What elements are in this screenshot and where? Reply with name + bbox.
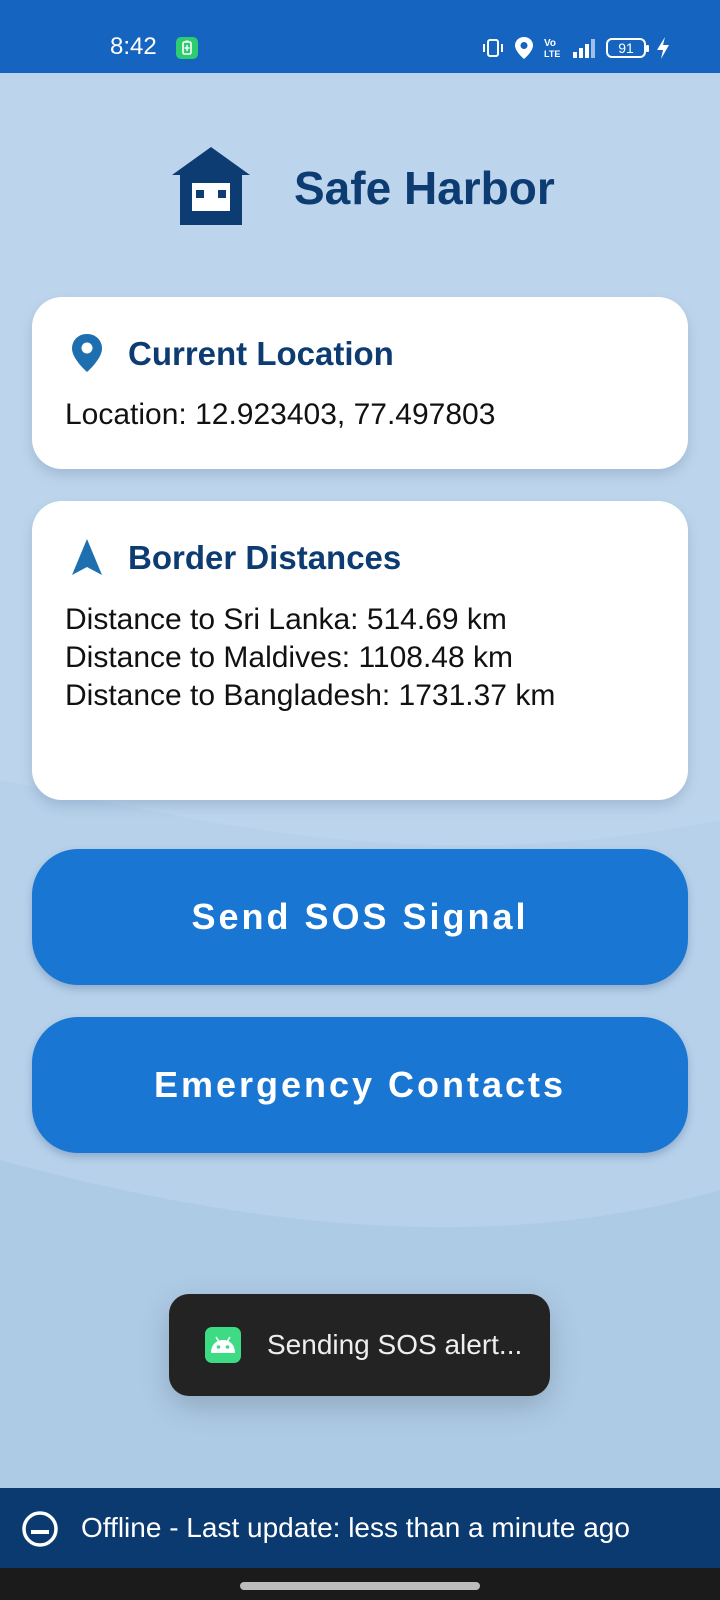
current-location-card: Current Location Location: 12.923403, 77… (32, 297, 688, 469)
system-nav-bar (0, 1568, 720, 1600)
location-icon (514, 36, 534, 60)
battery-icon: 91 (606, 38, 649, 58)
border-distances-card: Border Distances Distance to Sri Lanka: … (32, 501, 688, 800)
svg-text:Vo: Vo (544, 38, 556, 49)
svg-text:LTE: LTE (544, 49, 560, 59)
status-time: 8:42 (110, 33, 157, 60)
charging-icon (656, 36, 670, 60)
distance-bangladesh: Distance to Bangladesh: 1731.37 km (65, 679, 556, 712)
status-icons: Vo LTE 91 (482, 33, 670, 63)
android-icon (205, 1327, 241, 1363)
distance-maldives: Distance to Maldives: 1108.48 km (65, 641, 513, 674)
house-icon (170, 145, 252, 230)
current-location-title: Current Location (128, 335, 394, 372)
send-sos-button[interactable]: Send SOS Signal (32, 849, 688, 985)
signal-icon (572, 37, 596, 59)
location-pin-icon (70, 333, 104, 378)
app-title: Safe Harbor (294, 162, 555, 214)
home-gesture-handle[interactable] (240, 1582, 480, 1590)
app-header: Safe Harbor (0, 140, 720, 230)
location-coordinates: Location: 12.923403, 77.497803 (65, 398, 496, 431)
border-distances-title: Border Distances (128, 539, 402, 576)
navigation-arrow-icon (70, 537, 104, 582)
toast-text: Sending SOS alert... (267, 1329, 523, 1360)
toast-message: Sending SOS alert... (169, 1294, 550, 1396)
battery-saver-icon (176, 37, 198, 59)
status-bar: 8:42 Vo LTE 91 (0, 0, 720, 73)
offline-status-text: Offline - Last update: less than a minut… (81, 1512, 630, 1543)
volte-icon: Vo LTE (544, 36, 562, 60)
offline-status-bar: Offline - Last update: less than a minut… (0, 1488, 720, 1568)
vibrate-icon (482, 37, 504, 59)
emergency-contacts-button[interactable]: Emergency Contacts (32, 1017, 688, 1153)
distance-sri-lanka: Distance to Sri Lanka: 514.69 km (65, 603, 507, 636)
offline-icon (21, 1510, 59, 1553)
